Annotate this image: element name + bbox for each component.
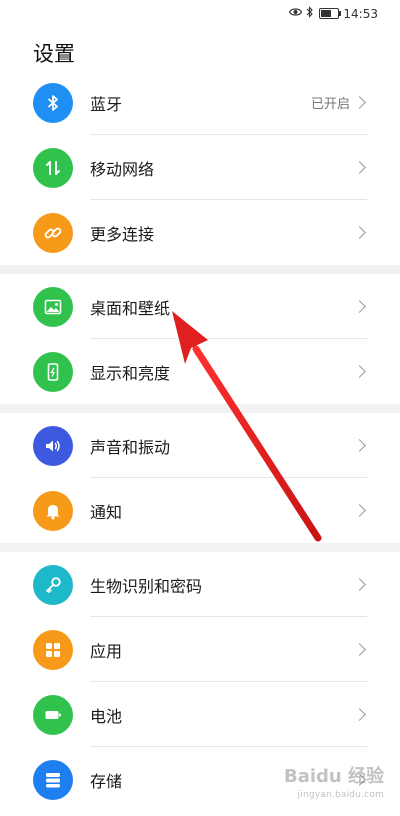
eye-icon: [289, 7, 303, 20]
chevron-right-icon: [353, 504, 366, 517]
battery-icon: [33, 694, 73, 735]
status-bar: 14:53: [0, 0, 400, 26]
settings-item-label: 应用: [90, 641, 123, 661]
settings-item-notifications[interactable]: 通知: [0, 478, 400, 543]
bluetooth-icon: [306, 6, 314, 21]
mobile-data-icon: [33, 147, 73, 188]
settings-item-display-brightness[interactable]: 显示和亮度: [0, 339, 400, 404]
image-icon: [33, 286, 73, 327]
settings-item-label: 电池: [90, 706, 123, 726]
settings-item-bluetooth[interactable]: 蓝牙 已开启: [0, 70, 400, 135]
settings-item-label: 更多连接: [90, 224, 155, 244]
settings-item-desktop-wallpaper[interactable]: 桌面和壁纸: [0, 274, 400, 339]
settings-group-sound: 声音和振动 通知: [0, 413, 400, 543]
settings-item-label: 生物识别和密码: [90, 576, 203, 596]
link-icon: [33, 212, 73, 253]
chevron-right-icon: [353, 96, 366, 109]
settings-item-apps[interactable]: 应用: [0, 617, 400, 682]
settings-item-biometrics-password[interactable]: 生物识别和密码: [0, 552, 400, 617]
settings-item-label: 通知: [90, 502, 123, 522]
page-title: 设置: [33, 42, 75, 66]
status-time: 14:53: [343, 6, 378, 21]
settings-item-mobile-network[interactable]: 移动网络: [0, 135, 400, 200]
section-divider: [0, 265, 400, 274]
chevron-right-icon: [353, 161, 366, 174]
status-icons: 14:53: [289, 6, 378, 21]
battery-icon: [319, 8, 342, 19]
chevron-right-icon: [353, 578, 366, 591]
settings-item-label: 存储: [90, 771, 123, 791]
bluetooth-status: 已开启: [310, 97, 350, 112]
phone-display-icon: [33, 351, 73, 392]
section-divider: [0, 543, 400, 552]
settings-item-label: 桌面和壁纸: [90, 298, 171, 318]
settings-item-label: 移动网络: [90, 159, 155, 179]
settings-item-label: 蓝牙: [90, 94, 123, 114]
watermark-text: Baidu 经验: [283, 766, 384, 787]
chevron-right-icon: [353, 708, 366, 721]
watermark-logo: Baidu 经验 jingyan.baidu.com: [284, 768, 384, 804]
apps-grid-icon: [33, 629, 73, 670]
settings-item-more-connections[interactable]: 更多连接: [0, 200, 400, 265]
settings-item-battery[interactable]: 电池: [0, 682, 400, 747]
bluetooth-icon: [33, 82, 73, 123]
chevron-right-icon: [353, 439, 366, 452]
watermark-url: jingyan.baidu.com: [297, 790, 384, 800]
settings-group-connectivity: 蓝牙 已开启 移动网络 更多连接: [0, 70, 400, 265]
settings-item-label: 声音和振动: [90, 437, 171, 457]
speaker-icon: [33, 425, 73, 466]
settings-item-label: 显示和亮度: [90, 363, 171, 383]
chevron-right-icon: [353, 226, 366, 239]
settings-item-sound-vibration[interactable]: 声音和振动: [0, 413, 400, 478]
bell-icon: [33, 490, 73, 531]
chevron-right-icon: [353, 365, 366, 378]
chevron-right-icon: [353, 643, 366, 656]
section-divider: [0, 404, 400, 413]
key-icon: [33, 564, 73, 605]
settings-group-display: 桌面和壁纸 显示和亮度: [0, 274, 400, 404]
chevron-right-icon: [353, 300, 366, 313]
storage-icon: [33, 759, 73, 800]
